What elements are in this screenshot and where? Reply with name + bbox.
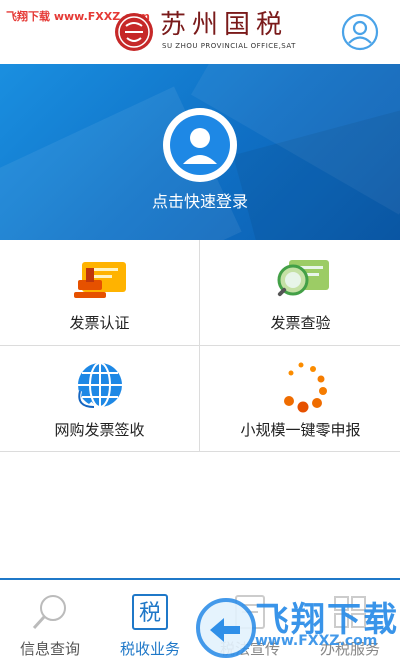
invoice-check-icon [277, 260, 329, 297]
grid-divider-vertical [199, 240, 200, 452]
invoice-certify-icon [73, 262, 126, 298]
loading-dots-icon [283, 362, 327, 413]
tax-icon-glyph: 税 [139, 601, 161, 626]
nav-info-query[interactable]: 信息查询 [0, 580, 100, 668]
app-header: 飞翔下载 www.FXXZ.com 苏州国税 SU ZHOU PROVINCIA… [0, 0, 400, 65]
function-grid: 发票认证 发票查验 网购发票签收 小规模一键零申报 [0, 240, 400, 452]
quick-login-button[interactable]: 点击快速登录 [0, 188, 400, 212]
user-avatar-icon[interactable] [161, 106, 239, 184]
invoice-certify-button[interactable]: 发票认证 [0, 240, 199, 345]
zero-declare-button[interactable]: 小规模一键零申报 [201, 347, 400, 452]
logo-title: 苏州国税 [160, 10, 289, 40]
login-banner: 点击快速登录 [0, 64, 400, 240]
search-icon [32, 595, 66, 630]
tax-icon: 税 [132, 594, 168, 630]
invoice-check-label: 发票查验 [270, 314, 331, 332]
grid-divider-horizontal [0, 345, 400, 346]
invoice-check-button[interactable]: 发票查验 [201, 240, 400, 345]
logo-seal-icon [115, 13, 153, 51]
logo-subtitle: SU ZHOU PROVINCIAL OFFICE,SAT [162, 42, 296, 50]
nav-info-query-label: 信息查询 [19, 640, 80, 658]
nav-tax-business-label: 税收业务 [119, 640, 180, 658]
nav-tax-business[interactable]: 税 税收业务 [100, 580, 200, 668]
online-invoice-button[interactable]: 网购发票签收 [0, 347, 199, 452]
grid-divider-bottom [0, 451, 400, 452]
online-invoice-label: 网购发票签收 [54, 421, 145, 439]
invoice-certify-label: 发票认证 [69, 314, 130, 332]
zero-declare-label: 小规模一键零申报 [240, 421, 361, 439]
user-profile-icon[interactable] [340, 12, 380, 52]
watermark-url-bottom: www.FXXZ.com [255, 633, 378, 649]
online-invoice-icon [76, 362, 122, 413]
